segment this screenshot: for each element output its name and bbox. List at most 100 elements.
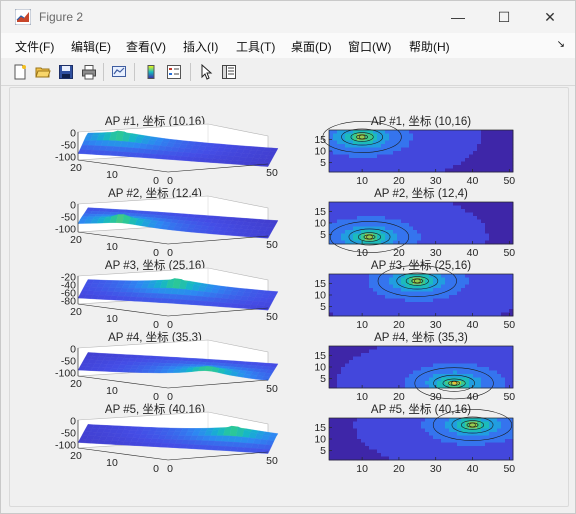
contour-cell bbox=[485, 356, 490, 361]
contour-cell bbox=[333, 219, 338, 224]
menu-window[interactable]: 窗口(W) bbox=[348, 38, 391, 55]
save-button[interactable] bbox=[56, 62, 76, 82]
minimize-button[interactable]: — bbox=[435, 1, 481, 33]
contour-cell bbox=[473, 133, 478, 138]
contour-cell bbox=[465, 158, 470, 162]
contour-cell bbox=[469, 140, 474, 145]
menu-view[interactable]: 查看(V) bbox=[126, 38, 166, 55]
contour-cell bbox=[353, 381, 358, 385]
contour-cell bbox=[453, 230, 458, 234]
menu-insert[interactable]: 插入(I) bbox=[183, 38, 218, 55]
contour-cell bbox=[461, 291, 466, 296]
contour-cell bbox=[473, 230, 478, 234]
contour-cell bbox=[365, 295, 370, 299]
contour-cell bbox=[429, 449, 434, 454]
contour-cell bbox=[469, 381, 474, 385]
contour-cell bbox=[337, 421, 342, 426]
contour-cell bbox=[429, 140, 434, 145]
contour-cell bbox=[465, 147, 470, 152]
z-tick-label: 0 bbox=[70, 128, 76, 140]
contour-chart: AP #1, 坐标 (10,16)1510510 20 30 40 50 bbox=[314, 115, 515, 187]
new-figure-button[interactable] bbox=[10, 62, 30, 82]
y-axis-line bbox=[167, 235, 269, 245]
y-tick-label: 10 bbox=[106, 241, 118, 253]
contour-cell bbox=[365, 353, 370, 357]
contour-cell bbox=[349, 363, 354, 368]
contour-cell bbox=[341, 439, 346, 443]
legend-button[interactable] bbox=[164, 62, 184, 82]
contour-cell bbox=[389, 202, 394, 206]
contour-cell bbox=[401, 367, 406, 371]
open-file-button[interactable] bbox=[33, 62, 53, 82]
contour-cell bbox=[353, 349, 358, 354]
contour-cell bbox=[481, 446, 486, 450]
contour-cell bbox=[477, 140, 482, 145]
contour-cell bbox=[417, 363, 422, 368]
contour-cell bbox=[405, 446, 410, 450]
contour-cell bbox=[385, 309, 390, 313]
contour-cell bbox=[465, 161, 470, 166]
menu-file[interactable]: 文件(F) bbox=[15, 38, 54, 55]
contour-cell bbox=[365, 202, 370, 206]
menu-tools[interactable]: 工具(T) bbox=[236, 38, 275, 55]
contour-cell bbox=[349, 284, 354, 289]
contour-cell bbox=[453, 237, 458, 241]
contour-cell bbox=[441, 281, 446, 285]
link-plot-button[interactable] bbox=[109, 62, 129, 82]
contour-cell bbox=[445, 421, 450, 426]
contour-cell bbox=[481, 449, 486, 454]
contour-cell bbox=[417, 346, 422, 350]
contour-cell bbox=[457, 205, 462, 210]
contour-cell bbox=[385, 140, 390, 145]
contour-cell bbox=[429, 302, 434, 306]
contour-cell bbox=[493, 216, 498, 220]
x-axis-line bbox=[77, 303, 169, 317]
contour-cell bbox=[357, 381, 362, 385]
contour-cell bbox=[437, 165, 442, 169]
contour-cell bbox=[481, 219, 486, 224]
contour-cell bbox=[417, 291, 422, 296]
menu-overflow-icon[interactable]: ↘ bbox=[557, 39, 565, 50]
edit-pointer-button[interactable] bbox=[196, 62, 216, 82]
title-bar[interactable]: Figure 2 — ☐ ✕ bbox=[1, 1, 575, 33]
contour-cell bbox=[337, 216, 342, 220]
contour-cell bbox=[501, 226, 506, 231]
contour-cell bbox=[393, 421, 398, 426]
menu-edit[interactable]: 编辑(E) bbox=[71, 38, 111, 55]
property-inspector-button[interactable] bbox=[219, 62, 239, 82]
contour-cell bbox=[413, 133, 418, 138]
contour-cell bbox=[405, 133, 410, 138]
contour-cell bbox=[497, 216, 502, 220]
print-icon bbox=[82, 65, 96, 80]
contour-cell bbox=[437, 158, 442, 162]
contour-cell bbox=[405, 353, 410, 357]
y-tick-label: 15 bbox=[314, 422, 326, 434]
contour-cell bbox=[401, 442, 406, 447]
contour-cell bbox=[441, 147, 446, 152]
close-button[interactable]: ✕ bbox=[527, 1, 573, 33]
contour-cell bbox=[361, 223, 366, 227]
menu-desktop[interactable]: 桌面(D) bbox=[291, 38, 332, 55]
contour-cell bbox=[461, 212, 466, 217]
contour-cell bbox=[377, 363, 382, 368]
contour-cell bbox=[353, 161, 358, 166]
contour-cell bbox=[369, 274, 374, 278]
contour-cell bbox=[341, 418, 346, 422]
contour-cell bbox=[345, 158, 350, 162]
contour-cell bbox=[457, 346, 462, 350]
contour-cell bbox=[373, 202, 378, 206]
contour-cell bbox=[441, 151, 446, 155]
contour-cell bbox=[365, 442, 370, 447]
contour-cell bbox=[461, 233, 466, 238]
menu-help[interactable]: 帮助(H) bbox=[409, 38, 450, 55]
contour-cell bbox=[445, 353, 450, 357]
contour-cell bbox=[437, 446, 442, 450]
contour-cell bbox=[381, 291, 386, 296]
print-button[interactable] bbox=[79, 62, 99, 82]
maximize-button[interactable]: ☐ bbox=[481, 1, 527, 33]
colorbar-button[interactable] bbox=[141, 62, 161, 82]
contour-cell bbox=[481, 151, 486, 155]
contour-cell bbox=[449, 147, 454, 152]
contour-cell bbox=[461, 161, 466, 166]
contour-cell bbox=[389, 377, 394, 382]
